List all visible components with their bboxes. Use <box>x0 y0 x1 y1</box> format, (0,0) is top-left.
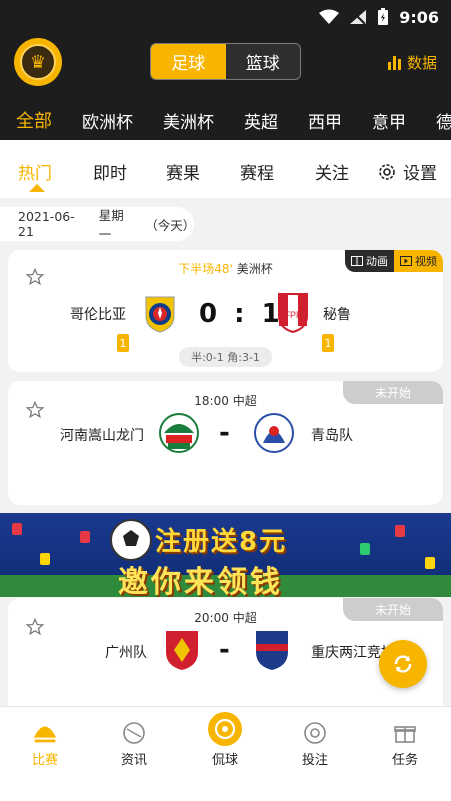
confetti <box>360 543 370 555</box>
animation-label: 动画 <box>366 255 388 268</box>
bet-icon <box>301 719 329 747</box>
home-team-name: 哥伦比亚 <box>70 307 126 323</box>
weekday-text: 星期一 <box>98 208 124 242</box>
banner-line1: 注册送8元 <box>155 527 288 557</box>
match-card[interactable]: 20:00 中超 未开始 广州队 - 重庆两江竞技 <box>8 598 443 706</box>
league-tab-seriea[interactable]: 意甲 <box>372 108 406 133</box>
away-team-name: 秘鲁 <box>323 307 351 323</box>
home-team-name: 广州队 <box>105 645 147 661</box>
league-tabs: 全部 欧洲杯 美洲杯 英超 西甲 意甲 德 <box>0 100 451 140</box>
half-time-info: 半:0-1 角:3-1 <box>179 347 272 367</box>
league-tab-euro[interactable]: 欧洲杯 <box>82 108 133 133</box>
peru-crest-icon: FPF <box>278 293 308 334</box>
match-time: 18:00 <box>194 394 229 408</box>
svg-text:FPF: FPF <box>285 310 303 320</box>
league-tab-all[interactable]: 全部 <box>16 107 52 133</box>
away-card-badge: 1 <box>322 334 334 352</box>
nav-bet[interactable]: 投注 <box>285 719 345 768</box>
match-time: 20:00 <box>194 611 229 625</box>
wifi-icon <box>319 9 340 24</box>
settings-label: 设置 <box>403 164 437 184</box>
match-score: 0 : 1 <box>199 299 284 329</box>
nav-tasks-label: 任务 <box>391 753 418 768</box>
chongqing-crest-icon <box>256 631 288 670</box>
match-status-live: 下半场48' <box>178 262 233 276</box>
nav-bet-label: 投注 <box>301 753 328 768</box>
nav-tasks[interactable]: 任务 <box>375 719 435 768</box>
status-bar: 9:06 <box>319 6 439 28</box>
gift-icon <box>391 719 419 747</box>
promo-banner[interactable]: 注册送8元 邀你来领钱 <box>0 513 451 597</box>
league-name: 中超 <box>232 394 257 408</box>
league-name: 美洲杯 <box>236 262 273 276</box>
bar-chart-icon <box>387 55 401 70</box>
league-tab-copa[interactable]: 美洲杯 <box>163 108 214 133</box>
confetti <box>40 553 50 565</box>
guangzhou-crest-icon <box>166 631 198 670</box>
match-card[interactable]: 18:00 中超 未开始 河南嵩山龙门 - 青岛队 <box>8 381 443 505</box>
qingdao-crest-icon <box>254 413 294 453</box>
video-label: 视频 <box>415 255 437 268</box>
nav-news-label: 资讯 <box>120 753 147 768</box>
tab-follow[interactable]: 关注 <box>315 159 349 184</box>
confetti <box>80 531 90 543</box>
status-badge: 未开始 <box>343 598 443 621</box>
confetti <box>395 525 405 537</box>
app-logo[interactable]: ♛ <box>14 38 62 86</box>
date-bar: 2021-06-21 星期一 （今天） <box>0 207 196 242</box>
sport-toggle: 足球 篮球 <box>150 43 301 80</box>
data-link[interactable]: 数据 <box>387 52 437 73</box>
status-time: 9:06 <box>399 7 439 27</box>
nav-news[interactable]: 资讯 <box>104 719 164 768</box>
league-tab-laliga[interactable]: 西甲 <box>308 108 342 133</box>
tab-results[interactable]: 赛果 <box>166 159 200 184</box>
status-badge: 未开始 <box>343 381 443 404</box>
away-team-name: 青岛队 <box>311 428 353 444</box>
animation-button[interactable]: 动画 <box>345 250 394 272</box>
vs-dash: - <box>219 635 230 665</box>
league-tab-bundesliga[interactable]: 德 <box>436 108 451 133</box>
henan-crest-icon <box>159 413 199 453</box>
colombia-crest-icon <box>145 296 175 333</box>
sub-tabs: 热门 即时 赛果 赛程 关注 设置 <box>0 140 451 198</box>
confetti <box>12 523 22 535</box>
banner-line2: 邀你来领钱 <box>118 565 283 597</box>
animation-icon <box>351 256 363 266</box>
battery-icon <box>378 8 389 25</box>
data-link-label: 数据 <box>406 54 437 72</box>
chat-icon <box>207 711 243 747</box>
tab-hot[interactable]: 热门 <box>18 159 52 184</box>
video-button[interactable]: 视频 <box>394 250 443 272</box>
video-icon <box>400 256 412 266</box>
nav-chat[interactable]: 侃球 <box>195 712 255 768</box>
tab-live[interactable]: 即时 <box>93 159 127 184</box>
refresh-button[interactable] <box>379 640 427 688</box>
refresh-icon <box>394 655 412 673</box>
bottom-nav: 比赛 资讯 侃球 投注 任务 <box>0 706 451 801</box>
nav-matches-label: 比赛 <box>31 753 58 768</box>
date-text: 2021-06-21 <box>18 209 75 239</box>
no-signal-icon <box>350 10 367 25</box>
tab-schedule[interactable]: 赛程 <box>240 159 274 184</box>
confetti <box>425 557 435 569</box>
gear-icon <box>379 163 395 180</box>
tab-basketball[interactable]: 篮球 <box>226 44 301 79</box>
vs-dash: - <box>219 418 230 448</box>
home-card-badge: 1 <box>117 334 129 352</box>
today-note: （今天） <box>145 217 196 233</box>
trophy-icon <box>31 719 59 747</box>
lion-icon: ♛ <box>20 44 56 80</box>
active-tab-indicator <box>29 184 45 192</box>
match-card[interactable]: 下半场48' 美洲杯 动画 视频 哥伦比亚 0 : 1 FPF 秘鲁 1 1 半… <box>8 250 443 372</box>
home-team-name: 河南嵩山龙门 <box>60 428 144 444</box>
media-tags: 动画 视频 <box>345 250 443 272</box>
league-tab-epl[interactable]: 英超 <box>244 108 278 133</box>
nav-matches[interactable]: 比赛 <box>15 719 75 768</box>
league-name: 中超 <box>232 611 257 625</box>
tab-football[interactable]: 足球 <box>151 44 226 79</box>
nav-chat-label: 侃球 <box>211 753 238 768</box>
ball-icon <box>120 719 148 747</box>
top-header: 9:06 ♛ 足球 篮球 数据 全部 欧洲杯 美洲杯 英超 西甲 意甲 德 <box>0 0 451 140</box>
settings-button[interactable]: 设置 <box>377 159 437 184</box>
